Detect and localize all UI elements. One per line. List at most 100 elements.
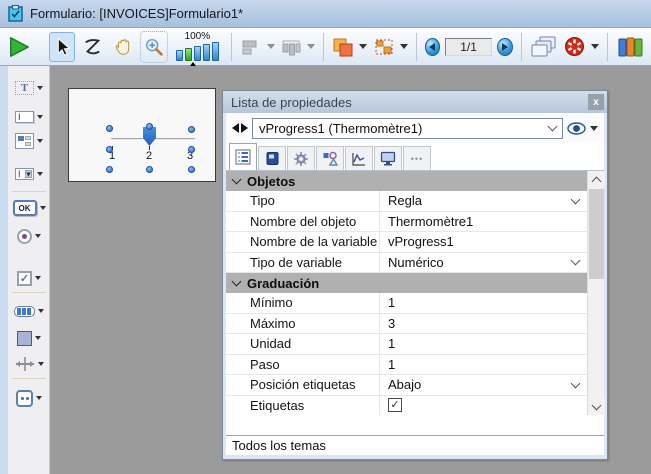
tab-settings[interactable] — [287, 146, 315, 170]
property-row-tipo[interactable]: Tipo Regla — [226, 191, 604, 212]
dropdown-arrow-icon[interactable] — [38, 362, 44, 366]
property-value[interactable]: Abajo — [379, 375, 587, 395]
eye-dropdown-arrow[interactable] — [590, 126, 598, 131]
selection-handle[interactable] — [106, 166, 113, 173]
property-row-nombre-variable[interactable]: Nombre de la variable vProgress1 — [226, 232, 604, 253]
distribute-dropdown-arrow[interactable] — [307, 44, 315, 49]
control-selector-combo[interactable]: vProgress1 (Thermomètre1) — [252, 118, 563, 139]
sidebar-item-list-box[interactable] — [8, 129, 50, 153]
order-button[interactable] — [332, 32, 354, 62]
sidebar-item-static-text[interactable]: T — [8, 76, 50, 100]
property-row-nombre-objeto[interactable]: Nombre del objeto Thermomètre1 — [226, 212, 604, 233]
options-dropdown-arrow[interactable] — [591, 44, 599, 49]
scroll-down-button[interactable] — [588, 398, 605, 415]
tab-chart[interactable] — [345, 146, 373, 170]
next-page-button[interactable] — [497, 38, 513, 56]
property-value[interactable]: Regla — [379, 191, 587, 211]
property-row-etiquetas[interactable]: Etiquetas ✓ — [226, 396, 604, 416]
dropdown-arrow-icon[interactable] — [37, 115, 43, 119]
selection-handle[interactable] — [188, 146, 195, 153]
sidebar-item-progress-bar[interactable] — [8, 299, 50, 323]
eye-icon[interactable] — [567, 122, 586, 135]
window-titlebar: Formulario: [INVOICES]Formulario1* — [0, 0, 651, 28]
dropdown-arrow-icon[interactable] — [36, 396, 42, 400]
property-row-maximo[interactable]: Máximo 3 — [226, 314, 604, 335]
property-value[interactable]: Thermomètre1 — [379, 212, 587, 232]
property-value[interactable]: Numérico — [379, 253, 587, 273]
selection-handle[interactable] — [106, 125, 113, 132]
dropdown-arrow-icon[interactable] — [35, 234, 41, 238]
selection-handle[interactable] — [146, 166, 153, 173]
panel-close-button[interactable]: x — [588, 94, 604, 110]
property-value[interactable]: 1 — [379, 293, 587, 313]
section-header-graduacion[interactable]: Graduación — [226, 273, 604, 293]
selection-handle[interactable] — [106, 146, 113, 153]
property-row-tipo-variable[interactable]: Tipo de variable Numérico — [226, 253, 604, 274]
sidebar-item-combo-box[interactable]: I▾ — [8, 162, 50, 186]
dropdown-arrow-icon[interactable] — [37, 172, 43, 176]
selection-handle[interactable] — [188, 126, 195, 133]
pan-tool-button[interactable] — [110, 32, 136, 62]
dropdown-arrow-icon[interactable] — [40, 206, 46, 210]
select-tool-button[interactable] — [49, 32, 75, 62]
scrollbar-thumb[interactable] — [589, 189, 604, 279]
order-dropdown-arrow[interactable] — [359, 44, 367, 49]
selection-handle[interactable] — [146, 123, 153, 130]
next-control-icon[interactable] — [241, 123, 248, 133]
sidebar-item-spin-control[interactable] — [8, 386, 50, 410]
dropdown-arrow-icon[interactable] — [35, 336, 41, 340]
property-value[interactable]: ✓ — [379, 396, 587, 416]
section-header-objetos[interactable]: Objetos — [226, 171, 604, 191]
chevron-down-icon[interactable] — [571, 256, 581, 266]
grid-scrollbar[interactable] — [587, 171, 604, 415]
tab-display[interactable] — [374, 146, 402, 170]
tab-properties-list[interactable] — [229, 143, 257, 170]
dropdown-arrow-icon[interactable] — [37, 86, 43, 90]
form-canvas[interactable]: 1 2 3 — [68, 88, 216, 182]
dropdown-arrow-icon[interactable] — [38, 309, 44, 313]
property-value[interactable]: vProgress1 — [379, 232, 587, 252]
selection-dropdown-arrow[interactable] — [400, 44, 408, 49]
dropdown-arrow-icon[interactable] — [37, 139, 43, 143]
run-test-button[interactable] — [6, 32, 32, 62]
sequence-tool-button[interactable] — [80, 32, 106, 62]
property-value[interactable]: 3 — [379, 314, 587, 334]
sidebar-item-slider[interactable] — [8, 352, 50, 376]
property-row-unidad[interactable]: Unidad 1 — [226, 334, 604, 355]
selection-handle[interactable] — [188, 166, 195, 173]
tab-style[interactable] — [316, 146, 344, 170]
shapes-icon — [322, 151, 338, 167]
panel-titlebar[interactable]: Lista de propiedades — [223, 91, 607, 113]
zoom-level-widget[interactable]: 100% — [176, 32, 219, 61]
page-indicator-field[interactable]: 1/1 — [445, 38, 492, 56]
sidebar-item-radio-button[interactable] — [8, 224, 50, 248]
selection-mode-button[interactable] — [372, 32, 394, 62]
dropdown-arrow-icon[interactable] — [35, 276, 41, 280]
previous-page-button[interactable] — [425, 38, 441, 56]
layers-button[interactable] — [529, 32, 558, 62]
checkbox-checked-icon[interactable]: ✓ — [388, 398, 402, 412]
help-books-button[interactable] — [616, 32, 645, 62]
distribute-button[interactable] — [280, 32, 302, 62]
tab-notes[interactable] — [258, 146, 286, 170]
sidebar-item-checkbox[interactable]: ✓ — [8, 266, 50, 290]
property-row-paso[interactable]: Paso 1 — [226, 355, 604, 376]
chevron-down-icon[interactable] — [571, 378, 581, 388]
zoom-bars-icon[interactable] — [176, 42, 219, 61]
panel-footer[interactable]: Todos los temas — [226, 435, 604, 455]
tab-more[interactable]: ••• — [403, 146, 431, 170]
property-value[interactable]: 1 — [379, 355, 587, 375]
scroll-up-button[interactable] — [588, 171, 605, 188]
sidebar-item-panel[interactable] — [8, 326, 50, 350]
zoom-tool-button[interactable] — [141, 32, 167, 62]
options-button[interactable] — [564, 32, 586, 62]
sidebar-item-button[interactable]: OK — [8, 196, 50, 220]
align-button[interactable] — [240, 32, 262, 62]
sidebar-item-edit-box[interactable]: I — [8, 105, 50, 129]
previous-control-icon[interactable] — [232, 123, 239, 133]
property-value[interactable]: 1 — [379, 334, 587, 354]
property-row-minimo[interactable]: Mínimo 1 — [226, 293, 604, 314]
property-row-posicion-etiquetas[interactable]: Posición etiquetas Abajo — [226, 375, 604, 396]
align-dropdown-arrow[interactable] — [267, 44, 275, 49]
chevron-down-icon[interactable] — [571, 194, 581, 204]
